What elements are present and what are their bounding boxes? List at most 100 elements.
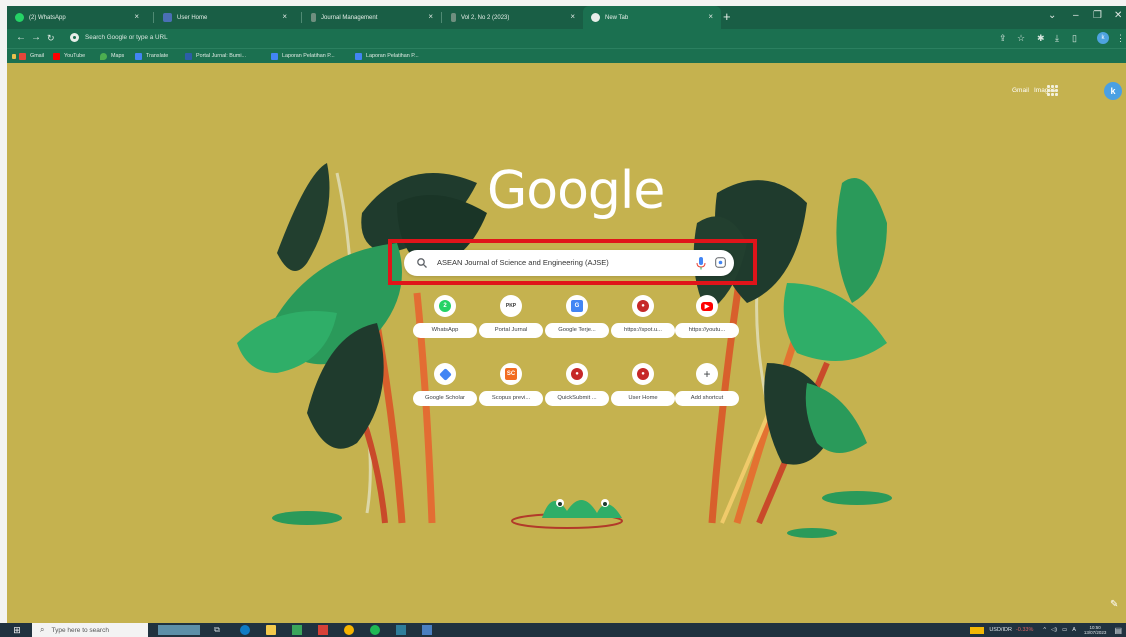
shortcut-quicksubmit[interactable]: ● QuickSubmit ...: [545, 363, 609, 413]
gmail-link[interactable]: Gmail: [1012, 87, 1029, 94]
plus-icon: +: [703, 367, 711, 381]
whatsapp-icon: 2: [439, 300, 451, 312]
store-icon[interactable]: [292, 625, 302, 635]
close-window-button[interactable]: ✕: [1114, 8, 1122, 24]
profile-avatar-icon[interactable]: k: [1097, 32, 1109, 44]
download-icon[interactable]: ⤓: [1055, 33, 1059, 43]
app-icon[interactable]: [396, 625, 406, 635]
red-highlight-box: [388, 239, 757, 285]
maps-icon: [100, 52, 107, 60]
extensions-icon[interactable]: ✱: [1037, 33, 1045, 43]
shortcut-google-scholar[interactable]: Google Scholar: [413, 363, 477, 413]
back-button[interactable]: ←: [16, 32, 26, 44]
chrome-icon[interactable]: [344, 625, 354, 635]
close-tab-icon[interactable]: ×: [282, 13, 287, 21]
bookmark-translate[interactable]: Translate: [135, 51, 168, 61]
spotify-icon[interactable]: [370, 625, 380, 635]
system-tray: USD/IDR -0.33% ^ ◁) ▭ A 10:50 13/07/2023…: [970, 623, 1122, 637]
shortcut-scopus[interactable]: SC Scopus previ...: [479, 363, 543, 413]
close-tab-icon[interactable]: ×: [134, 13, 139, 21]
google-logo: Google: [487, 161, 665, 221]
tab-journal-management[interactable]: Journal Management ×: [303, 6, 441, 29]
notifications-icon[interactable]: ▤: [1114, 626, 1122, 635]
youtube-icon: [53, 52, 60, 60]
shortcut-youtube[interactable]: ▶ https://youtu...: [675, 295, 739, 345]
shortcut-whatsapp[interactable]: 2 WhatsApp: [413, 295, 477, 345]
google-apps-icon[interactable]: [1047, 85, 1058, 96]
windows-start-icon[interactable]: ⊞: [12, 625, 22, 635]
task-view-icon[interactable]: ⧉: [212, 625, 222, 635]
scholar-icon: [438, 367, 452, 381]
restore-button[interactable]: ❐: [1093, 8, 1102, 24]
bookmark-laporan-1[interactable]: Laporan Pelatihan P...: [271, 51, 335, 61]
bookmark-youtube[interactable]: YouTube: [53, 51, 85, 61]
forward-button[interactable]: →: [31, 32, 41, 44]
volume-icon[interactable]: ◁): [1051, 627, 1057, 633]
new-tab-button[interactable]: +: [723, 9, 731, 25]
apps-icon[interactable]: [12, 51, 16, 61]
language-icon[interactable]: A: [1072, 627, 1076, 633]
taskbar-search-field[interactable]: ⌕ Type here to search: [32, 623, 148, 637]
docs-icon: [355, 52, 362, 60]
minimize-button[interactable]: –: [1073, 8, 1079, 24]
tab-new-tab[interactable]: New Tab ×: [583, 6, 721, 29]
tab-title: User Home: [177, 14, 208, 21]
whatsapp-favicon-icon: [15, 13, 24, 22]
close-tab-icon[interactable]: ×: [428, 13, 433, 21]
bookmark-star-icon[interactable]: ☆: [1017, 33, 1025, 43]
ticker-icon: [970, 626, 985, 634]
file-explorer-icon[interactable]: [266, 625, 276, 635]
search-icon: ⌕: [40, 625, 45, 634]
windows-taskbar: ⊞ ⌕ Type here to search ⧉ USD/IDR -0.33%…: [0, 623, 1126, 637]
menu-icon[interactable]: ⋮: [1116, 33, 1125, 43]
bookmark-portal-jurnal[interactable]: Portal Jurnal: Bumi...: [185, 51, 246, 61]
customize-pencil-icon[interactable]: ✎: [1110, 599, 1118, 610]
translate-icon: G: [571, 300, 583, 312]
close-tab-icon[interactable]: ×: [708, 13, 713, 21]
docs-icon: [271, 52, 278, 60]
tab-title: (2) WhatsApp: [29, 14, 66, 21]
shortcut-portal-jurnal[interactable]: PKP Portal Jurnal: [479, 295, 543, 345]
university-icon: ●: [637, 300, 649, 312]
app-icon[interactable]: [422, 625, 432, 635]
ticker-label[interactable]: USD/IDR: [989, 627, 1012, 633]
omnibox[interactable]: Search Google or type a URL: [70, 33, 168, 42]
tab-search-chevron-icon[interactable]: ⌄: [1048, 8, 1056, 24]
tab-whatsapp[interactable]: (2) WhatsApp ×: [7, 6, 147, 29]
bookmark-maps[interactable]: Maps: [100, 51, 124, 61]
chrome-favicon-icon: [591, 13, 600, 22]
app-icon[interactable]: [318, 625, 328, 635]
tab-title: New Tab: [605, 14, 629, 21]
tab-vol2-no2[interactable]: Vol 2, No 2 (2023) ×: [443, 6, 583, 29]
new-tab-page: Gmail Images k Google ASEAN Journal of S…: [7, 63, 1126, 623]
tab-title: Vol 2, No 2 (2023): [461, 14, 510, 21]
tab-title: Journal Management: [321, 14, 378, 21]
shortcut-google-translate[interactable]: G Google Terje...: [545, 295, 609, 345]
shortcut-user-home[interactable]: ● User Home: [611, 363, 675, 413]
tab-user-home[interactable]: User Home ×: [155, 6, 295, 29]
bookmarks-bar: Gmail YouTube Maps Translate Portal Jurn…: [7, 48, 1126, 63]
share-icon[interactable]: ⇪: [999, 33, 1007, 43]
journal-favicon-icon: [451, 13, 456, 22]
chevron-up-icon[interactable]: ^: [1043, 627, 1046, 633]
account-avatar[interactable]: k: [1104, 82, 1122, 100]
weather-widget-icon[interactable]: [158, 625, 200, 635]
google-icon: [70, 33, 79, 42]
quicksubmit-icon: ●: [571, 368, 583, 380]
bookmark-gmail[interactable]: Gmail: [19, 51, 44, 61]
shortcut-spot[interactable]: ● https://spot.u...: [611, 295, 675, 345]
screen: (2) WhatsApp × User Home × Journal Manag…: [0, 0, 1126, 637]
pkp-favicon-icon: [163, 13, 172, 22]
toolbar: ← → ↻ Search Google or type a URL ⇪ ☆ ✱ …: [7, 29, 1126, 48]
battery-icon[interactable]: ▭: [1062, 627, 1067, 633]
add-shortcut-button[interactable]: + Add shortcut: [675, 363, 739, 413]
userhome-icon: ●: [637, 368, 649, 380]
side-panel-icon[interactable]: ▯: [1072, 33, 1077, 43]
reload-button[interactable]: ↻: [47, 32, 55, 44]
gmail-icon: [19, 52, 26, 60]
clock[interactable]: 10:50 13/07/2023: [1084, 625, 1107, 635]
edge-icon[interactable]: [240, 625, 250, 635]
close-tab-icon[interactable]: ×: [570, 13, 575, 21]
tab-strip: (2) WhatsApp × User Home × Journal Manag…: [7, 6, 1126, 29]
bookmark-laporan-2[interactable]: Laporan Pelatihan P...: [355, 51, 419, 61]
